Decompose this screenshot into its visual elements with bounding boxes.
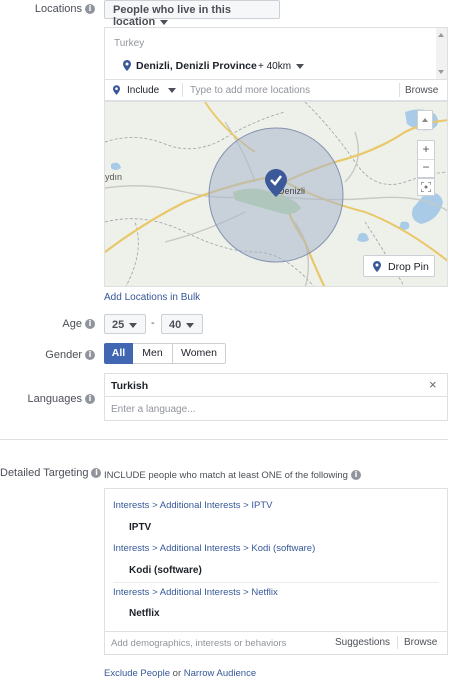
info-icon[interactable]: i — [85, 4, 95, 15]
gender-women-button[interactable]: Women — [173, 343, 226, 364]
age-separator: - — [151, 317, 155, 329]
info-icon[interactable]: i — [91, 468, 102, 479]
exclude-people-link[interactable]: Exclude People — [104, 668, 170, 679]
age-max-dropdown[interactable]: 40 — [161, 314, 203, 334]
browse-locations-button[interactable]: Browse — [405, 85, 438, 96]
browse-interests-button[interactable]: Browse — [404, 637, 437, 648]
audience-links: Exclude People or Narrow Audience — [104, 668, 257, 679]
add-locations-bulk-link[interactable]: Add Locations in Bulk — [104, 292, 200, 303]
location-type-dropdown[interactable]: People who live in this location — [104, 0, 280, 28]
pin-icon — [373, 261, 381, 272]
location-input-row: Include Type to add more locations Brows… — [104, 79, 448, 101]
chevron-down-icon — [160, 19, 169, 25]
country-name: Turkey — [114, 38, 145, 49]
info-icon[interactable]: i — [350, 470, 361, 481]
zoom-out-button[interactable]: − — [418, 160, 434, 174]
interest-item: Netflix — [129, 608, 160, 619]
age-label: Age i — [0, 318, 95, 330]
info-icon[interactable]: i — [85, 319, 95, 330]
location-map[interactable]: ydın Denizli + − Drop Pin — [104, 101, 448, 287]
radius-dropdown[interactable]: + 40km — [258, 61, 305, 72]
chevron-down-icon — [296, 63, 305, 69]
detailed-targeting-description: INCLUDE people who match at least ONE of… — [104, 470, 361, 481]
info-icon[interactable]: i — [85, 394, 95, 405]
gender-label: Gender i — [0, 349, 95, 361]
locations-label: Locations i — [0, 3, 95, 15]
drop-pin-button[interactable]: Drop Pin — [363, 255, 435, 277]
detailed-targeting-input[interactable]: Add demographics, interests or behaviors — [111, 638, 286, 649]
section-divider — [0, 439, 448, 440]
interest-path[interactable]: Interests > Additional Interests > Netfl… — [113, 587, 278, 598]
location-marker-icon — [265, 169, 287, 197]
suggestions-button[interactable]: Suggestions — [335, 637, 390, 648]
interest-path[interactable]: Interests > Additional Interests > IPTV — [113, 500, 273, 511]
chevron-down-icon — [186, 322, 195, 328]
location-name: Denizli, Denizli Province — [136, 60, 257, 72]
location-search-input[interactable]: Type to add more locations — [190, 85, 310, 96]
map-zoom-controls: + − — [417, 140, 435, 178]
gender-all-button[interactable]: All — [104, 343, 133, 364]
scrollbar[interactable] — [436, 28, 447, 79]
remove-language-icon[interactable]: × — [429, 377, 437, 392]
info-icon[interactable]: i — [85, 350, 95, 361]
chevron-down-icon — [168, 88, 176, 93]
zoom-in-button[interactable]: + — [418, 142, 434, 156]
chevron-down-icon — [129, 322, 138, 328]
map-town-label: ydın — [105, 172, 123, 182]
fullscreen-button[interactable] — [417, 178, 435, 196]
languages-label: Languages i — [0, 393, 95, 405]
age-min-dropdown[interactable]: 25 — [104, 314, 146, 334]
expand-icon — [421, 182, 431, 192]
interest-item: IPTV — [129, 522, 152, 533]
detailed-targeting-box: Interests > Additional Interests > IPTV … — [104, 488, 448, 655]
interest-path[interactable]: Interests > Additional Interests > Kodi … — [113, 543, 315, 554]
map-scroll-up[interactable] — [417, 110, 433, 130]
languages-box: Turkish × Enter a language... — [104, 373, 448, 421]
pin-icon — [123, 60, 131, 71]
location-list: Turkey Denizli, Denizli Province + 40km — [104, 27, 448, 79]
gender-men-button[interactable]: Men — [133, 343, 173, 364]
interest-item: Kodi (software) — [129, 565, 202, 576]
selected-language: Turkish — [111, 380, 149, 392]
detailed-targeting-label: Detailed Targeting i — [0, 467, 102, 479]
pin-icon — [113, 85, 120, 95]
language-search-input[interactable]: Enter a language... — [111, 404, 196, 415]
narrow-audience-link[interactable]: Narrow Audience — [184, 668, 256, 679]
